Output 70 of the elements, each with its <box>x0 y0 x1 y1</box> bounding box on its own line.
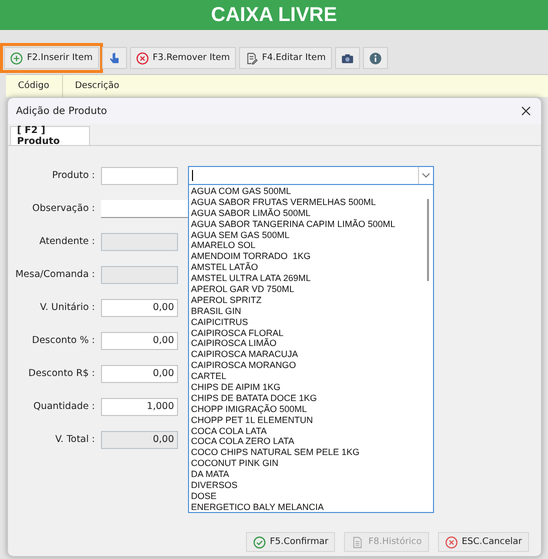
input-field: 0,00 <box>101 430 178 448</box>
camera-button[interactable] <box>334 47 360 69</box>
list-item[interactable]: AMARELO SOL <box>191 240 433 252</box>
list-item[interactable]: CARTEL <box>191 371 433 382</box>
info-icon <box>368 52 382 64</box>
list-item[interactable]: DOSE <box>191 490 433 502</box>
document-icon <box>351 536 364 548</box>
input-field[interactable] <box>101 166 178 184</box>
close-circle-icon <box>136 52 149 64</box>
hand-pointer-button[interactable] <box>102 47 127 69</box>
dialog-button[interactable]: F5.Confirmar <box>246 532 336 552</box>
text-cursor <box>192 170 193 181</box>
list-item[interactable]: CAIPIROSCA MARACUJA <box>191 349 433 360</box>
document-edit-icon <box>244 52 258 64</box>
list-item[interactable]: ENERGETICO BALY MELANCIA <box>191 502 433 513</box>
field-label: Desconto % : <box>31 335 96 346</box>
hand-pointer-icon <box>108 52 121 64</box>
field-label: Quantidade : <box>32 401 96 412</box>
list-item[interactable]: CHIPS DE AIPIM 1KG <box>191 382 433 393</box>
field-label: Desconto R$ : <box>27 368 96 379</box>
list-item[interactable]: COCO CHIPS NATURAL SEM PELE 1KG <box>191 447 433 458</box>
input-field[interactable]: 0,00 <box>101 364 178 382</box>
list-item[interactable]: COCA COLA LATA <box>191 426 433 436</box>
field-label: Produto : <box>51 170 96 181</box>
check-circle-icon <box>252 536 266 548</box>
list-item[interactable]: BRASIL GIN <box>191 306 433 317</box>
list-item[interactable]: AGUA SABOR TANGERINA CAPIM LIMÃO 500ML <box>191 218 433 230</box>
list-item[interactable]: COCONUT PINK GIN <box>191 458 433 470</box>
list-item[interactable]: CAIPICITRUS <box>191 316 433 328</box>
close-circle-icon <box>444 536 458 548</box>
list-item[interactable]: AGUA SABOR FRUTAS VERMELHAS 500ML <box>191 196 433 208</box>
list-item[interactable]: APEROL GAR VD 750ML <box>191 284 433 295</box>
field-label: Atendente : <box>38 236 96 247</box>
field-label: Observação : <box>31 203 96 214</box>
list-item[interactable]: AGUA SABOR LIMÃO 500ML <box>191 208 433 219</box>
list-item[interactable]: DIVERSOS <box>191 480 433 491</box>
plus-icon <box>10 52 23 64</box>
list-item[interactable]: DA MATA <box>191 469 433 480</box>
list-item[interactable]: AMENDOIM TORRADO 1KG <box>191 251 433 262</box>
list-item[interactable]: APEROL SPRITZ <box>191 294 433 306</box>
list-item[interactable]: CHOPP PET 1L ELEMENTUN <box>191 414 433 426</box>
tab[interactable]: [ F2 ] Produto <box>10 126 90 145</box>
camera-icon <box>340 52 354 64</box>
list-item[interactable]: AMSTEL ULTRA LATA 269ML <box>191 273 433 284</box>
list-item[interactable]: CAIPIROSCA MORANGO <box>191 360 433 372</box>
close-icon[interactable] <box>521 106 531 116</box>
input-field[interactable]: 0,00 <box>101 332 178 350</box>
list-item[interactable]: AGUA COM GAS 500ML <box>191 186 433 197</box>
chevron-down-icon <box>422 173 430 178</box>
list-item[interactable]: COCA COLA ZERO LATA <box>191 436 433 448</box>
input-field[interactable]: 1,000 <box>101 398 178 416</box>
list-item[interactable]: CHOPP IMIGRAÇÃO 500ML <box>191 404 433 415</box>
list-item[interactable]: AGUA SEM GAS 500ML <box>191 230 433 240</box>
field-label: Mesa/Comanda : <box>14 269 96 280</box>
input-field[interactable]: 0,00 <box>101 298 178 316</box>
list-item[interactable]: AMSTEL LATÃO <box>191 262 433 274</box>
info-button[interactable] <box>362 47 388 69</box>
product-dropdown[interactable] <box>188 166 434 185</box>
list-item[interactable]: CAIPIROSCA FLORAL <box>191 328 433 338</box>
dialog-button[interactable]: ESC.Cancelar <box>438 532 529 552</box>
scrollbar-thumb[interactable] <box>427 199 429 281</box>
toolbar-button[interactable]: F3.Remover Item <box>130 47 236 69</box>
screen-title: CAIXA LIVRE <box>211 4 337 26</box>
list-item[interactable]: CHIPS DE BATATA DOCE 1KG <box>191 392 433 404</box>
toolbar-button[interactable]: F4.Editar Item <box>238 47 332 69</box>
field-label: V. Total : <box>54 434 96 445</box>
field-label: V. Unitário : <box>38 302 96 313</box>
dialog-title: Adição de Produto <box>16 106 107 116</box>
list-item[interactable]: CAIPIROSCA LIMÃO <box>191 338 433 350</box>
column-header: Descrição <box>74 80 120 93</box>
